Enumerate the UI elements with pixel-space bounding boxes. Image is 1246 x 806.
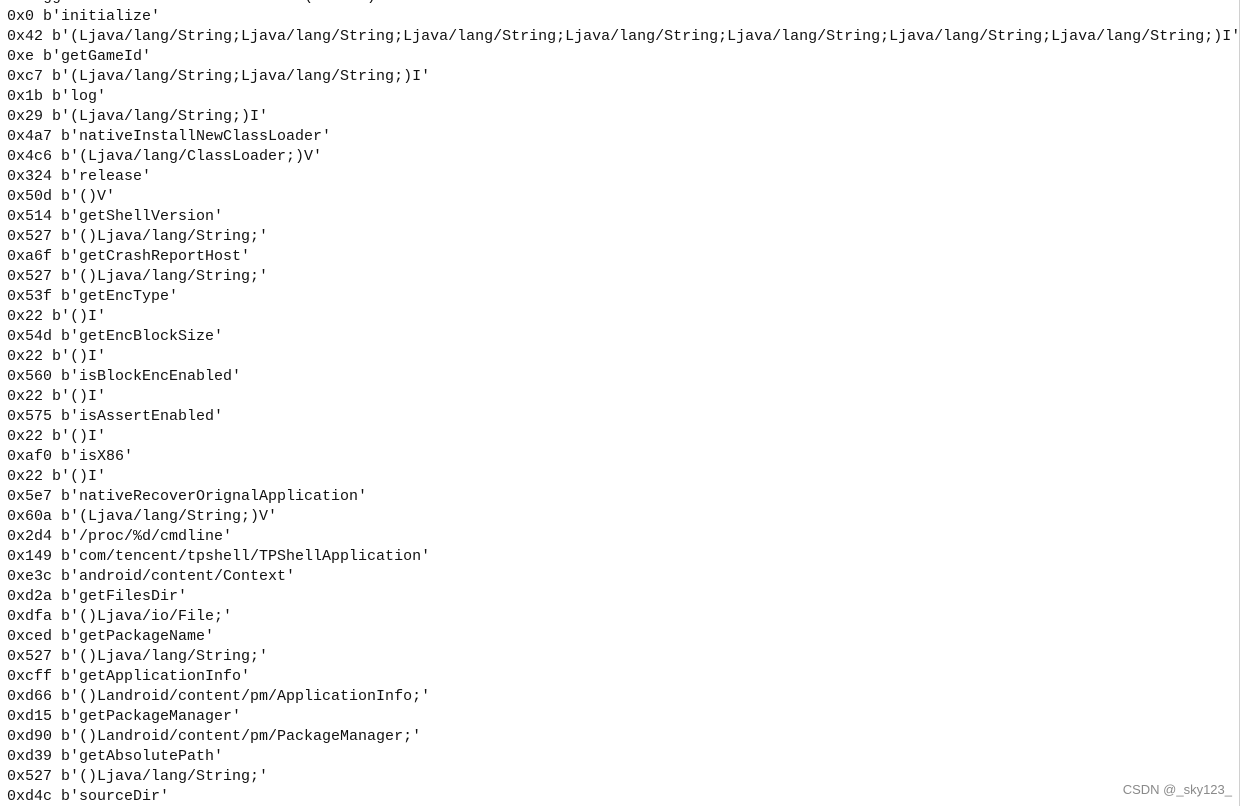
console-line: 0xd2a b'getFilesDir' (7, 588, 188, 605)
console-line: 0x2d4 b'/proc/%d/cmdline' (7, 528, 233, 545)
console-line: 0x5e7 b'nativeRecoverOrignalApplication' (7, 488, 368, 505)
console-line: 0xc7 b'(Ljava/lang/String;Ljava/lang/Str… (7, 68, 431, 85)
console-line: 0xced b'getPackageName' (7, 628, 215, 645)
watermark: CSDN @_sky123_ (1122, 782, 1232, 797)
console-line: 0x0 b'initialize' (7, 8, 161, 25)
console-line: 0xd4c b'sourceDir' (7, 788, 170, 805)
console-line: 0x60a b'(Ljava/lang/String;)V' (7, 508, 278, 525)
console-line: 0x1b b'log' (7, 88, 107, 105)
console-line: 0x514 b'getShellVersion' (7, 208, 224, 225)
console-line: 0x22 b'()I' (7, 388, 107, 405)
console-line: 0x53f b'getEncType' (7, 288, 179, 305)
console-line: 0x527 b'()Ljava/lang/String;' (7, 268, 269, 285)
console-line: 0x4a7 b'nativeInstallNewClassLoader' (7, 128, 332, 145)
console-line: 0xe b'getGameId' (7, 48, 152, 65)
console-line: 0xd15 b'getPackageManager' (7, 708, 242, 725)
console-line: 0xd39 b'getAbsolutePath' (7, 748, 224, 765)
console-line: 0x4c6 b'(Ljava/lang/ClassLoader;)V' (7, 148, 323, 165)
console-line: 0x22 b'()I' (7, 428, 107, 445)
console-line: 0xa6f b'getCrashReportHost' (7, 248, 251, 265)
console-line: 0x54d b'getEncBlockSize' (7, 328, 224, 345)
console-line: 0xe3c b'android/content/Context' (7, 568, 296, 585)
console-line: 0x324 b'release' (7, 168, 152, 185)
console-line: 0x22 b'()I' (7, 468, 107, 485)
console-line: 0x22 b'()I' (7, 308, 107, 325)
console-line: 0xd66 b'()Landroid/content/pm/Applicatio… (7, 688, 431, 705)
console-line: 0x29 b'(Ljava/lang/String;)I' (7, 108, 269, 125)
console-line: 0x149 b'com/tencent/tpshell/TPShellAppli… (7, 548, 431, 565)
console-line: 0xaf0 b'isX86' (7, 448, 134, 465)
console-line: 0x527 b'()Ljava/lang/String;' (7, 768, 269, 785)
console-line: 0x527 b'()Ljava/lang/String;' (7, 228, 269, 245)
console-line: 0x22 b'()I' (7, 348, 107, 365)
console-line: 0x575 b'isAssertEnabled' (7, 408, 224, 425)
console-line: 0xd90 b'()Landroid/content/pm/PackageMan… (7, 728, 422, 745)
console-line: 0x527 b'()Ljava/lang/String;' (7, 648, 269, 665)
console-line: Debugger: thread 2221 has exited (code 0… (0, 0, 1239, 7)
console-line: 0xcff b'getApplicationInfo' (7, 668, 251, 685)
console-line: 0x560 b'isBlockEncEnabled' (7, 368, 242, 385)
output-console[interactable]: Debugger: thread 2221 has exited (code 0… (0, 0, 1240, 806)
console-line: 0x42 b'(Ljava/lang/String;Ljava/lang/Str… (7, 28, 1240, 45)
console-line: 0x50d b'()V' (7, 188, 116, 205)
console-line: 0xdfa b'()Ljava/io/File;' (7, 608, 233, 625)
